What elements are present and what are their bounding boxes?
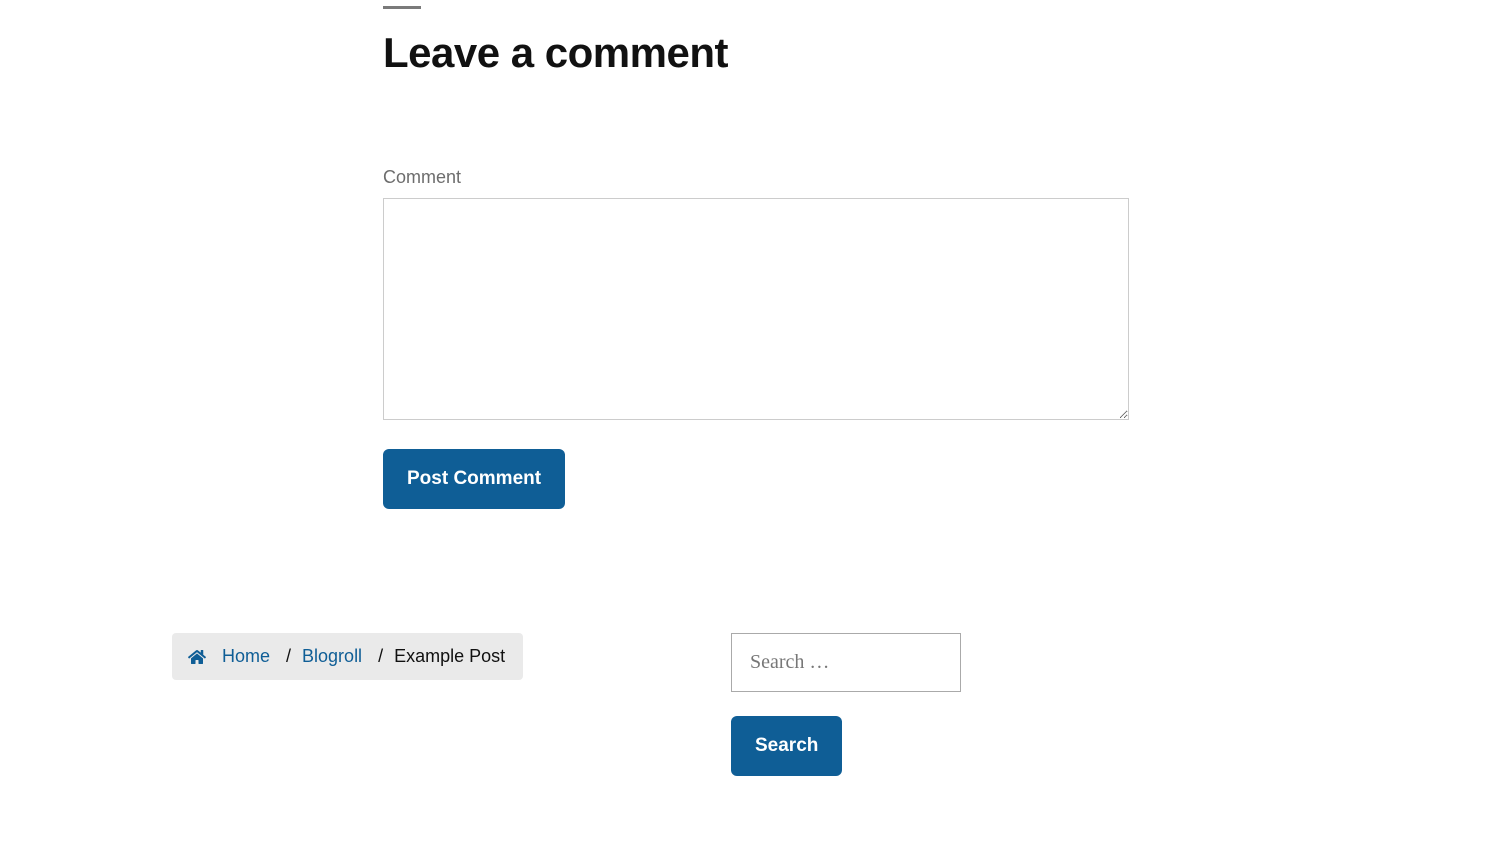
breadcrumb-current: Example Post: [394, 646, 505, 667]
comment-textarea[interactable]: [383, 198, 1129, 420]
search-button[interactable]: Search: [731, 716, 842, 776]
breadcrumb-link-home[interactable]: Home: [222, 646, 270, 667]
comment-label: Comment: [383, 167, 1129, 188]
comment-heading: Leave a comment: [383, 29, 1129, 77]
breadcrumb-separator: /: [368, 646, 388, 667]
breadcrumb: Home / Blogroll / Example Post: [172, 633, 523, 680]
search-input[interactable]: [731, 633, 961, 692]
heading-divider: [383, 6, 421, 9]
post-comment-button[interactable]: Post Comment: [383, 449, 565, 509]
home-icon: [188, 648, 206, 666]
breadcrumb-separator: /: [276, 646, 296, 667]
breadcrumb-link-blogroll[interactable]: Blogroll: [302, 646, 362, 667]
